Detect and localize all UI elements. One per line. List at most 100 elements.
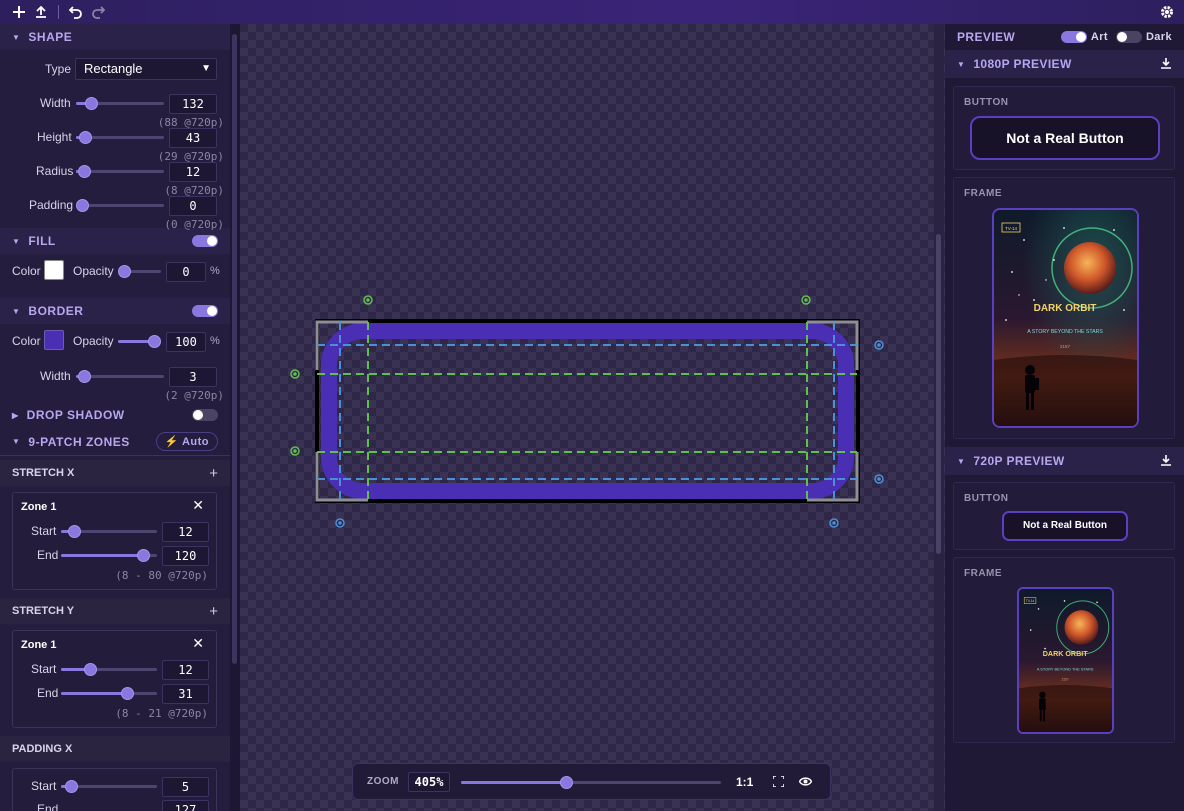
border-section-header[interactable]: ▼ BORDER (0, 298, 230, 324)
actual-size-button[interactable]: 1:1 (736, 775, 753, 789)
slider-fill (61, 554, 149, 557)
fill-opacity-slider[interactable] (118, 265, 161, 278)
section-title: SHAPE (28, 30, 73, 44)
slider-knob[interactable] (120, 687, 134, 700)
radius-input[interactable]: 12 (169, 162, 217, 182)
editor-canvas[interactable] (240, 24, 945, 811)
shape-section-header[interactable]: ▼ SHAPE (0, 24, 230, 50)
fill-color-swatch[interactable] (44, 260, 64, 280)
width-slider[interactable] (76, 97, 164, 110)
border-opacity-input[interactable]: 100 (166, 332, 206, 352)
gear-icon[interactable] (1158, 3, 1176, 21)
slider-knob[interactable] (84, 663, 98, 676)
zoom-slider[interactable] (461, 776, 721, 789)
download-icon[interactable] (1160, 454, 1172, 469)
chevron-down-icon: ▼ (12, 437, 21, 446)
slider-knob[interactable] (559, 776, 573, 789)
slider-knob[interactable] (65, 780, 78, 793)
drop-shadow-section-header[interactable]: ▶ DROP SHADOW (0, 402, 230, 428)
close-icon[interactable]: ✕ (192, 497, 204, 514)
border-opacity-slider[interactable] (118, 335, 161, 348)
padding-x-section: Start 5 End 127 (0, 762, 230, 811)
p1080-header[interactable]: ▼ 1080P PREVIEW (945, 50, 1184, 78)
card-label: FRAME (964, 568, 1003, 579)
stretch-x-header: STRETCH X + (0, 460, 230, 486)
slider-fill (461, 781, 565, 784)
nine-patch-overlay (290, 295, 884, 528)
slider-knob[interactable] (148, 335, 161, 348)
end-input[interactable]: 31 (162, 684, 209, 704)
end-input[interactable]: 120 (162, 546, 209, 566)
nine-patch-section-header[interactable]: ▼ 9-PATCH ZONES ⚡ Auto (0, 428, 230, 456)
eye-icon[interactable] (798, 776, 813, 790)
zoom-label: ZOOM (367, 776, 399, 787)
plus-icon[interactable]: + (209, 603, 218, 620)
fill-section: Color Opacity 0 % (0, 254, 230, 298)
slider-knob[interactable] (78, 370, 92, 383)
start-slider[interactable] (61, 663, 157, 676)
border-toggle[interactable] (192, 305, 218, 317)
slider-knob[interactable] (68, 525, 82, 538)
p720-title: 720P PREVIEW (973, 454, 1065, 468)
p1080-title: 1080P PREVIEW (973, 57, 1072, 71)
preview-button-1080[interactable]: Not a Real Button (970, 116, 1160, 160)
shape-border-stroke (321, 323, 854, 499)
slider-knob[interactable] (76, 199, 89, 212)
fill-toggle[interactable] (192, 235, 218, 247)
plus-icon[interactable] (8, 1, 30, 23)
padding-slider[interactable] (76, 199, 164, 212)
slider-knob[interactable] (136, 549, 150, 562)
padding-x-zone: Start 5 End 127 (12, 768, 217, 811)
radius-slider[interactable] (76, 165, 164, 178)
chevron-right-icon: ▶ (12, 410, 19, 420)
undo-icon[interactable] (65, 1, 87, 23)
p720-header[interactable]: ▼ 720P PREVIEW (945, 447, 1184, 475)
slider-knob[interactable] (118, 265, 131, 278)
auto-button[interactable]: ⚡ Auto (155, 432, 218, 451)
preview-button-720[interactable]: Not a Real Button (1002, 511, 1128, 541)
poster-1080: DARK ORBIT A STORY BEYOND THE STARS 2157… (992, 208, 1139, 428)
plus-icon[interactable]: + (209, 465, 218, 482)
height-slider[interactable] (76, 131, 164, 144)
start-input[interactable]: 12 (162, 522, 209, 542)
slider-knob[interactable] (85, 97, 98, 110)
stretch-guides (317, 322, 857, 500)
fit-screen-icon[interactable] (772, 775, 785, 790)
canvas-scrollbar[interactable] (934, 24, 944, 811)
fill-opacity-input[interactable]: 0 (166, 262, 206, 282)
drop-shadow-toggle[interactable] (192, 409, 218, 421)
end-slider[interactable] (61, 687, 157, 700)
art-toggle[interactable] (1060, 31, 1087, 43)
end-input[interactable]: 127 (162, 800, 209, 811)
zoom-value[interactable]: 405% (408, 772, 450, 792)
left-scrollbar[interactable] (230, 24, 240, 811)
chevron-down-icon: ▼ (12, 32, 21, 42)
poster-subtitle: A STORY BEYOND THE STARS (1027, 329, 1103, 335)
width-input[interactable]: 132 (169, 94, 217, 114)
end-slider[interactable] (61, 549, 157, 562)
shape-type-select[interactable]: Rectangle ▼ (75, 58, 217, 80)
subsection-title: STRETCH Y (12, 605, 75, 617)
border-color-swatch[interactable] (44, 330, 64, 350)
slider-knob[interactable] (77, 165, 91, 178)
border-width-input[interactable]: 3 (169, 367, 217, 387)
scrollbar-thumb[interactable] (936, 234, 941, 554)
start-label: Start (31, 779, 57, 793)
close-icon[interactable]: ✕ (192, 635, 204, 652)
dark-toggle[interactable] (1115, 31, 1142, 43)
border-width-slider[interactable] (76, 370, 164, 383)
start-input[interactable]: 5 (162, 777, 209, 797)
chevron-down-icon: ▼ (12, 236, 21, 246)
start-slider[interactable] (61, 525, 157, 538)
border-width-label: Width (40, 369, 71, 383)
fill-section-header[interactable]: ▼ FILL (0, 228, 230, 254)
start-slider[interactable] (61, 780, 157, 793)
download-icon[interactable] (1160, 57, 1172, 72)
slider-knob[interactable] (79, 131, 92, 144)
padding-input[interactable]: 0 (169, 196, 217, 216)
redo-icon[interactable] (87, 1, 109, 23)
scrollbar-thumb[interactable] (232, 34, 237, 664)
height-input[interactable]: 43 (169, 128, 217, 148)
upload-icon[interactable] (30, 1, 52, 23)
start-input[interactable]: 12 (162, 660, 209, 680)
